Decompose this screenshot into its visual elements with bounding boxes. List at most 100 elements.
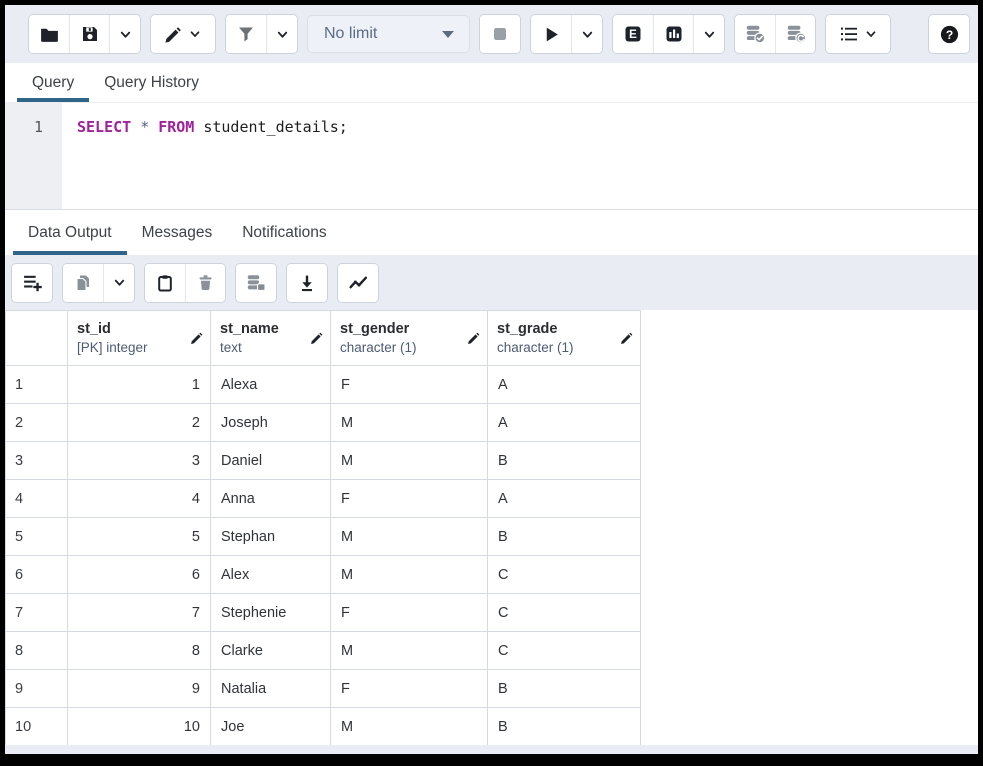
st-grade-cell[interactable]: B xyxy=(488,518,641,556)
st-id-cell[interactable]: 10 xyxy=(68,708,211,746)
st-gender-cell[interactable]: F xyxy=(331,480,488,518)
st-grade-cell[interactable]: C xyxy=(488,632,641,670)
filter-menu-button[interactable] xyxy=(266,15,297,53)
st-id-cell[interactable]: 9 xyxy=(68,670,211,708)
st-name-cell[interactable]: Alex xyxy=(211,556,331,594)
st-gender-cell[interactable]: M xyxy=(331,708,488,746)
execute-button[interactable] xyxy=(531,15,571,53)
filter-button[interactable] xyxy=(226,15,266,53)
copy-icon xyxy=(73,273,93,293)
save-menu-button[interactable] xyxy=(109,15,140,53)
st-gender-cell[interactable]: F xyxy=(331,594,488,632)
row-number-cell[interactable]: 8 xyxy=(6,632,68,670)
st-name-cell[interactable]: Daniel xyxy=(211,442,331,480)
edit-column-icon[interactable] xyxy=(310,331,324,345)
st-id-cell[interactable]: 1 xyxy=(68,366,211,404)
add-row-button[interactable] xyxy=(12,264,52,302)
chevron-down-icon xyxy=(702,27,717,42)
stop-icon xyxy=(490,24,510,44)
execute-menu-button[interactable] xyxy=(571,15,602,53)
st-grade-cell[interactable]: C xyxy=(488,556,641,594)
explain-analyze-button[interactable] xyxy=(653,15,693,53)
sql-code-line[interactable]: SELECT * FROM student_details; xyxy=(62,103,348,209)
column-type: [PK] integer xyxy=(77,339,148,357)
macros-menu-button[interactable] xyxy=(826,15,890,53)
st-id-cell[interactable]: 4 xyxy=(68,480,211,518)
sql-editor[interactable]: 1 SELECT * FROM student_details; xyxy=(5,103,978,209)
select-all-corner[interactable] xyxy=(6,311,68,366)
paste-button[interactable] xyxy=(145,264,185,302)
st-id-cell[interactable]: 2 xyxy=(68,404,211,442)
commit-button[interactable] xyxy=(735,15,775,53)
st-gender-cell[interactable]: M xyxy=(331,404,488,442)
st-name-cell[interactable]: Joseph xyxy=(211,404,331,442)
delete-row-button[interactable] xyxy=(185,264,225,302)
tab-query[interactable]: Query xyxy=(17,63,89,102)
edit-column-icon[interactable] xyxy=(467,331,481,345)
download-results-button[interactable] xyxy=(287,264,327,302)
filter-icon xyxy=(236,24,256,44)
st-id-cell[interactable]: 8 xyxy=(68,632,211,670)
explain-analyze-icon xyxy=(664,24,684,44)
st-gender-cell[interactable]: M xyxy=(331,442,488,480)
row-number-cell[interactable]: 6 xyxy=(6,556,68,594)
st-gender-cell[interactable]: F xyxy=(331,670,488,708)
st-gender-cell[interactable]: F xyxy=(331,366,488,404)
play-icon xyxy=(541,24,562,45)
edit-menu-button[interactable] xyxy=(151,15,215,53)
st-id-cell[interactable]: 6 xyxy=(68,556,211,594)
st-name-cell[interactable]: Clarke xyxy=(211,632,331,670)
row-limit-select[interactable]: No limit xyxy=(307,15,470,53)
column-header-st-grade[interactable]: st_grade character (1) xyxy=(488,311,641,366)
row-number-cell[interactable]: 4 xyxy=(6,480,68,518)
edit-column-icon[interactable] xyxy=(620,331,634,345)
st-name-cell[interactable]: Joe xyxy=(211,708,331,746)
st-id-cell[interactable]: 7 xyxy=(68,594,211,632)
st-id-cell[interactable]: 3 xyxy=(68,442,211,480)
explain-button[interactable]: E xyxy=(613,15,653,53)
cancel-query-button[interactable] xyxy=(480,15,520,53)
copy-button[interactable] xyxy=(63,264,103,302)
explain-menu-button[interactable] xyxy=(693,15,724,53)
st-grade-cell[interactable]: A xyxy=(488,366,641,404)
tab-messages[interactable]: Messages xyxy=(127,210,228,255)
file-button-group xyxy=(28,14,141,54)
row-number-cell[interactable]: 2 xyxy=(6,404,68,442)
column-header-st-id[interactable]: st_id [PK] integer xyxy=(68,311,211,366)
save-file-button[interactable] xyxy=(69,15,109,53)
st-id-cell[interactable]: 5 xyxy=(68,518,211,556)
st-gender-cell[interactable]: M xyxy=(331,518,488,556)
open-file-button[interactable] xyxy=(29,15,69,53)
st-grade-cell[interactable]: B xyxy=(488,708,641,746)
row-number-cell[interactable]: 1 xyxy=(6,366,68,404)
st-grade-cell[interactable]: B xyxy=(488,442,641,480)
column-header-st-gender[interactable]: st_gender character (1) xyxy=(331,311,488,366)
row-number-cell[interactable]: 3 xyxy=(6,442,68,480)
st-gender-cell[interactable]: M xyxy=(331,632,488,670)
column-header-st-name[interactable]: st_name text xyxy=(211,311,331,366)
row-number-cell[interactable]: 10 xyxy=(6,708,68,746)
row-number-cell[interactable]: 9 xyxy=(6,670,68,708)
rollback-button[interactable] xyxy=(775,15,815,53)
save-data-changes-button[interactable] xyxy=(236,264,276,302)
st-name-cell[interactable]: Natalia xyxy=(211,670,331,708)
st-grade-cell[interactable]: B xyxy=(488,670,641,708)
tab-query-history[interactable]: Query History xyxy=(89,63,214,102)
graph-visualiser-button[interactable] xyxy=(338,264,378,302)
tab-data-output[interactable]: Data Output xyxy=(13,210,127,255)
st-grade-cell[interactable]: A xyxy=(488,404,641,442)
tab-notifications[interactable]: Notifications xyxy=(227,210,341,255)
st-grade-cell[interactable]: A xyxy=(488,480,641,518)
st-grade-cell[interactable]: C xyxy=(488,594,641,632)
row-number-cell[interactable]: 5 xyxy=(6,518,68,556)
copy-menu-button[interactable] xyxy=(103,264,134,302)
row-number-cell[interactable]: 7 xyxy=(6,594,68,632)
st-name-cell[interactable]: Stephenie xyxy=(211,594,331,632)
help-button[interactable]: ? xyxy=(929,15,969,53)
st-name-cell[interactable]: Stephan xyxy=(211,518,331,556)
edit-column-icon[interactable] xyxy=(190,331,204,345)
st-name-cell[interactable]: Anna xyxy=(211,480,331,518)
st-name-cell[interactable]: Alexa xyxy=(211,366,331,404)
st-gender-cell[interactable]: M xyxy=(331,556,488,594)
column-type: text xyxy=(220,339,279,357)
